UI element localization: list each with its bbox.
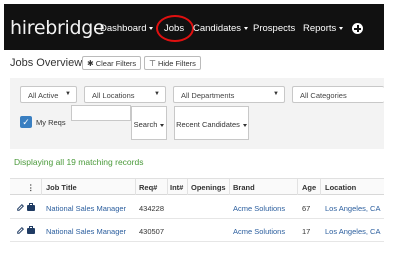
recent-candidates-button[interactable]: Recent Candidates (174, 106, 249, 140)
asterisk-icon: ✱ (87, 59, 94, 68)
table-row[interactable]: National Sales Manager 430507 Acme Solut… (10, 219, 384, 242)
column-divider (187, 179, 188, 195)
req-number: 430507 (139, 227, 165, 236)
col-brand[interactable]: Brand (233, 183, 255, 192)
col-age[interactable]: Age (302, 183, 316, 192)
chevron-down-icon (244, 26, 249, 30)
job-title-link[interactable]: National Sales Manager (46, 227, 126, 236)
col-int[interactable]: Int# (170, 183, 183, 192)
age: 67 (302, 204, 311, 213)
dropdown-caret-icon: ▼ (154, 91, 160, 97)
nav-candidates[interactable]: Candidates (193, 23, 249, 34)
column-divider (297, 179, 298, 195)
column-divider (229, 179, 230, 195)
column-menu-icon[interactable]: ⋮ (27, 183, 35, 192)
location-link[interactable]: Los Angeles, CA (325, 204, 380, 213)
column-divider (135, 179, 136, 195)
nav-reports[interactable]: Reports (303, 23, 344, 34)
column-divider (167, 179, 168, 195)
category-select[interactable]: All Categories (292, 86, 384, 103)
column-divider (41, 179, 42, 195)
location-link[interactable]: Los Angeles, CA (325, 227, 380, 236)
filter-icon: ⊤ (149, 59, 156, 68)
job-title-link[interactable]: National Sales Manager (46, 204, 126, 213)
table-row[interactable]: National Sales Manager 434228 Acme Solut… (10, 196, 384, 219)
my-reqs-label: My Reqs (36, 118, 66, 127)
nav-dashboard[interactable]: Dashboard (100, 23, 154, 34)
search-button[interactable]: Search (131, 106, 167, 140)
brand-link[interactable]: Acme Solutions (233, 204, 285, 213)
chevron-down-icon (160, 123, 165, 127)
my-reqs-checkbox[interactable]: ✓ (20, 116, 32, 128)
chevron-down-icon (339, 26, 344, 30)
col-openings[interactable]: Openings (191, 183, 226, 192)
dropdown-caret-icon: ▼ (273, 91, 279, 97)
column-divider (320, 179, 321, 195)
status-select[interactable]: All Active ▼ (20, 86, 77, 103)
age: 17 (302, 227, 311, 236)
search-input[interactable] (71, 105, 131, 121)
chevron-down-icon (149, 26, 154, 30)
edit-icon[interactable] (17, 204, 24, 211)
req-number: 434228 (139, 204, 165, 213)
jobs-highlight-circle (156, 15, 194, 42)
nav-prospects[interactable]: Prospects (253, 23, 295, 34)
chevron-down-icon (242, 123, 247, 127)
col-location[interactable]: Location (325, 183, 356, 192)
clear-filters-button[interactable]: ✱ Clear Filters (82, 56, 142, 70)
hide-filters-button[interactable]: ⊤ Hide Filters (144, 56, 201, 70)
plus-circle-icon[interactable] (352, 23, 363, 34)
briefcase-icon[interactable] (27, 203, 35, 211)
brand-link[interactable]: Acme Solutions (233, 227, 285, 236)
hirebridge-logo[interactable]: hirebridge (10, 17, 105, 39)
record-count-status: Displaying all 19 matching records (14, 157, 144, 167)
department-select[interactable]: All Departments ▼ (173, 86, 285, 103)
page-title: Jobs Overview (10, 57, 83, 69)
col-req[interactable]: Req# (139, 183, 157, 192)
table-header: ⋮ Job Title Req# Int# Openings Brand Age… (10, 178, 384, 195)
dropdown-caret-icon: ▼ (65, 91, 71, 97)
top-navbar: hirebridge Dashboard Jobs Candidates Pro… (4, 4, 384, 50)
briefcase-icon[interactable] (27, 226, 35, 234)
edit-icon[interactable] (17, 227, 24, 234)
location-select[interactable]: All Locations ▼ (84, 86, 166, 103)
col-job-title[interactable]: Job Title (46, 183, 77, 192)
